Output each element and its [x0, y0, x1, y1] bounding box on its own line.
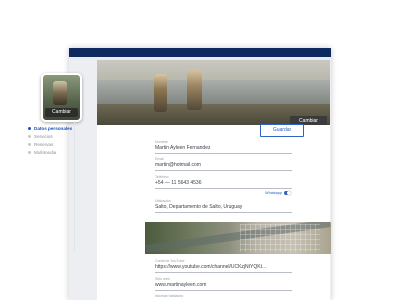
youtube-field[interactable]: Canal de YouTube https://www.youtube.com… [155, 259, 292, 273]
field-underline [155, 153, 292, 154]
email-field[interactable]: Email martin@hotmail.com [155, 157, 292, 171]
field-underline [155, 272, 292, 273]
whatsapp-toggle[interactable]: Whatsapp [265, 191, 292, 195]
field-underline [155, 188, 292, 189]
section-divider [74, 121, 75, 252]
languages-field[interactable]: Idiomas hablados [155, 294, 292, 299]
cover-photo: Cambiar [97, 60, 330, 125]
cover-person-1 [154, 74, 167, 112]
sidebar-nav: Datos personales Servicios Reservas Mult… [28, 124, 73, 156]
name-field-value[interactable]: Martin Ayleen Fernandez [155, 145, 292, 152]
avatar-photo-figure [53, 81, 67, 105]
profile-avatar[interactable]: Cambiar [41, 73, 82, 122]
youtube-field-value[interactable]: https://www.youtube.com/channel/UCKzjNtY… [155, 264, 292, 271]
field-underline [155, 290, 292, 291]
sidebar-item-reservas[interactable]: Reservas [28, 140, 73, 148]
website-field-value[interactable]: www.martinayleen.com [155, 282, 292, 289]
toggle-switch-icon[interactable] [284, 191, 292, 195]
map-city-grid [240, 224, 320, 252]
sidebar-item-label: Reservas [34, 141, 54, 147]
languages-field-label: Idiomas hablados [155, 294, 184, 298]
save-button[interactable]: Guardar [260, 124, 304, 137]
location-field-value[interactable]: Salto, Departamento de Salto, Uruguay [155, 204, 292, 211]
whatsapp-label: Whatsapp [265, 191, 283, 195]
sidebar-item-servicios[interactable]: Servicios [28, 132, 73, 140]
location-field[interactable]: Ubicación Salto, Departamento de Salto, … [155, 199, 292, 213]
sidebar-item-datos-personales[interactable]: Datos personales [28, 124, 73, 132]
sidebar-item-label: Multimedia [34, 149, 57, 155]
right-gutter [330, 60, 331, 300]
field-underline [155, 170, 292, 171]
sidebar-item-multimedia[interactable]: Multimedia [28, 148, 73, 156]
cover-person-2 [187, 70, 202, 110]
email-field-value[interactable]: martin@hotmail.com [155, 162, 292, 169]
sidebar-item-label: Servicios [34, 133, 53, 139]
location-map[interactable] [145, 222, 331, 254]
nav-bullet-icon [28, 150, 31, 154]
sidebar-item-label: Datos personales [34, 125, 73, 131]
name-field[interactable]: Nombre Martin Ayleen Fernandez [155, 140, 292, 154]
nav-bullet-icon [28, 134, 31, 138]
avatar-change-button[interactable]: Cambiar [45, 108, 78, 117]
nav-bullet-icon [28, 126, 31, 130]
website-field[interactable]: Sitio web www.martinayleen.com [155, 277, 292, 291]
field-underline [155, 212, 292, 213]
phone-field-value[interactable]: +54 — 11 5643 4536 [155, 180, 292, 187]
phone-field[interactable]: Teléfono +54 — 11 5643 4536 [155, 175, 292, 189]
nav-bullet-icon [28, 142, 31, 146]
top-header-bar [69, 48, 331, 57]
